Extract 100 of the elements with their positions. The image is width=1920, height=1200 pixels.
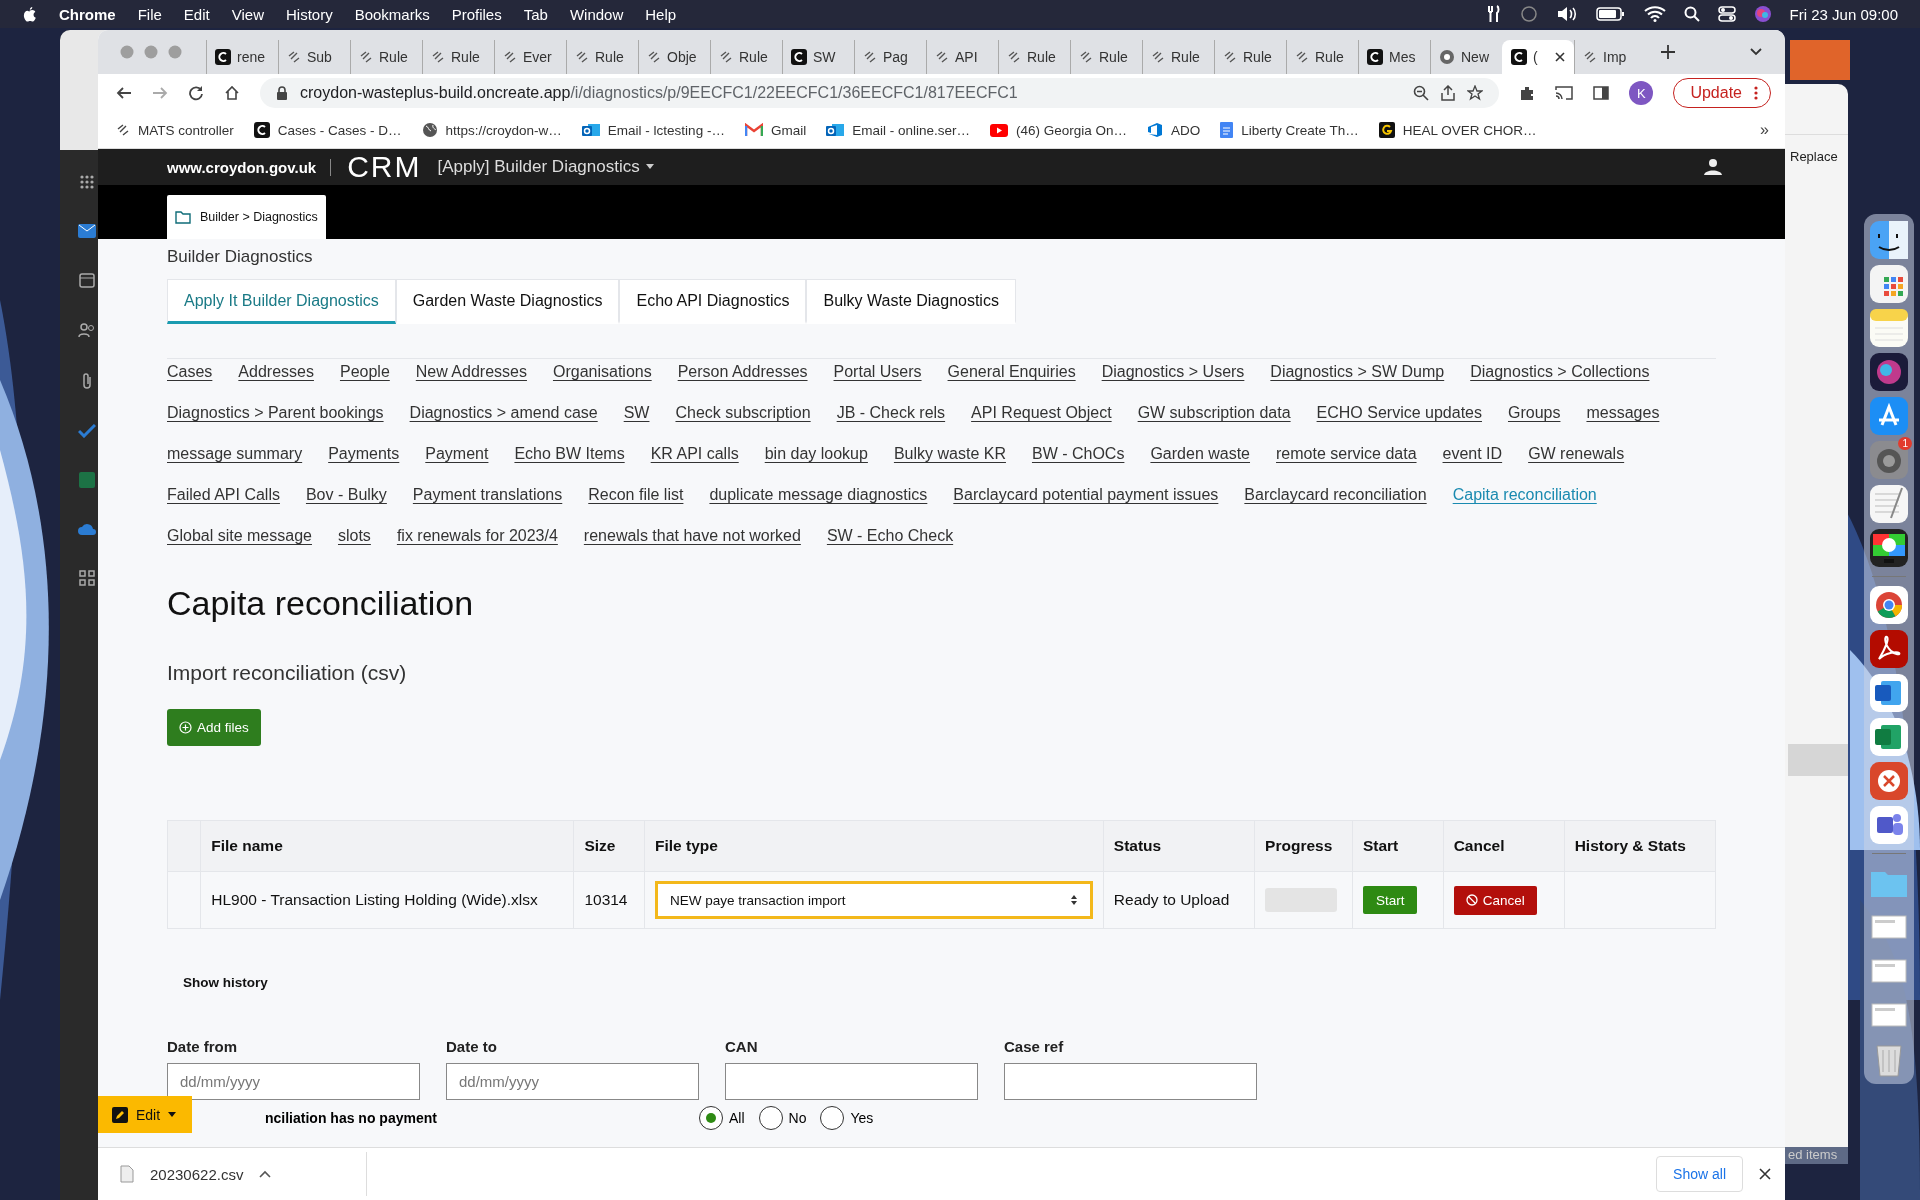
diagnostics-link[interactable]: Global site message — [167, 523, 312, 548]
browser-tab[interactable]: Sub — [278, 40, 350, 74]
teams-icon[interactable] — [1869, 805, 1909, 845]
diagnostics-link[interactable]: Organisations — [552, 359, 652, 384]
browser-tab[interactable]: API — [926, 40, 998, 74]
filter-field[interactable]: dd/mm/yyyy — [446, 1063, 699, 1100]
bookmark[interactable]: (46) Georgia On… — [989, 122, 1127, 138]
finder-icon[interactable] — [1869, 220, 1909, 260]
apple-logo-icon[interactable] — [22, 5, 37, 23]
diagnostics-link[interactable]: Garden waste — [1150, 441, 1250, 466]
diagnostics-link[interactable]: Groups — [1508, 400, 1561, 425]
chrome-icon[interactable] — [1869, 585, 1909, 625]
bookmark[interactable]: Email - online.ser… — [826, 122, 970, 138]
screen-recorder-icon[interactable] — [1869, 528, 1909, 568]
menu-item[interactable]: File — [137, 5, 162, 23]
filter-field[interactable] — [1004, 1063, 1257, 1100]
diagnostics-link[interactable]: messages — [1586, 400, 1660, 425]
diagnostics-link[interactable]: Diagnostics > SW Dump — [1270, 359, 1445, 384]
diagnostics-tab[interactable]: Garden Waste Diagnostics — [395, 279, 620, 324]
diagnostics-link[interactable]: SW — [623, 400, 650, 425]
bookmark[interactable]: Liberty Create Th… — [1220, 122, 1359, 138]
bookmark[interactable]: MATS controller — [116, 122, 234, 138]
diagnostics-link[interactable]: Echo BW Items — [514, 441, 625, 466]
filter-field[interactable] — [725, 1063, 978, 1100]
bookmark[interactable]: ADO — [1147, 122, 1201, 138]
replace-label[interactable]: Replace — [1790, 149, 1838, 164]
edit-button[interactable]: Edit — [98, 1096, 192, 1133]
tools-icon[interactable] — [1485, 5, 1502, 23]
extensions-icon[interactable] — [1519, 85, 1536, 101]
diagnostics-link[interactable]: Diagnostics > amend case — [409, 400, 598, 425]
home-icon[interactable] — [224, 85, 240, 101]
bookmark[interactable]: Gmail — [744, 122, 807, 138]
app-store-icon[interactable] — [1869, 396, 1909, 436]
start-button[interactable]: Start — [1362, 886, 1418, 914]
radio-button[interactable] — [820, 1106, 845, 1130]
diagnostics-link[interactable]: remote service data — [1276, 441, 1417, 466]
star-icon[interactable] — [1467, 85, 1484, 101]
show-history-link[interactable]: Show history — [183, 975, 268, 990]
diagnostics-link[interactable]: Payment — [425, 441, 489, 466]
menu-item[interactable]: Profiles — [451, 5, 502, 23]
diagnostics-link[interactable]: Failed API Calls — [167, 482, 280, 507]
cast-icon[interactable] — [1555, 86, 1574, 100]
menu-item[interactable]: History — [285, 5, 333, 23]
file-type-select[interactable]: NEW paye transaction import — [654, 881, 1093, 919]
diagnostics-tab[interactable]: Apply It Builder Diagnostics — [167, 279, 396, 324]
remote-desktop-icon[interactable] — [1869, 761, 1909, 801]
diagnostics-link[interactable]: message summary — [167, 441, 303, 466]
diagnostics-tab[interactable]: Bulky Waste Diagnostics — [806, 279, 1016, 324]
word-icon[interactable] — [1869, 673, 1909, 713]
close-icon[interactable] — [1554, 51, 1566, 63]
chevron-up-icon[interactable] — [259, 1170, 272, 1178]
diagnostics-link[interactable]: Recon file list — [588, 482, 684, 507]
diagnostics-link[interactable]: event ID — [1442, 441, 1503, 466]
control-center-icon[interactable] — [1717, 6, 1736, 22]
diagnostics-link[interactable]: New Addresses — [415, 359, 527, 384]
diagnostics-link[interactable]: Addresses — [238, 359, 314, 384]
filter-field[interactable]: dd/mm/yyyy — [167, 1063, 420, 1100]
browser-tab[interactable]: Rule — [1214, 40, 1286, 74]
share-icon[interactable] — [1441, 85, 1456, 101]
notes-icon[interactable] — [1869, 308, 1909, 348]
diagnostics-link[interactable]: Barclaycard potential payment issues — [953, 482, 1219, 507]
app-menu[interactable]: [Apply] Builder Diagnostics — [437, 157, 654, 177]
browser-tab[interactable]: Rule — [1142, 40, 1214, 74]
back-icon[interactable] — [116, 85, 132, 101]
browser-tab[interactable]: Rule — [566, 40, 638, 74]
diagnostics-link[interactable]: Bulky waste KR — [893, 441, 1006, 466]
excel-icon[interactable] — [1869, 717, 1909, 757]
reload-icon[interactable] — [188, 85, 204, 101]
diagnostics-link[interactable]: renewals that have not worked — [583, 523, 801, 548]
menu-item[interactable]: Bookmarks — [354, 5, 430, 23]
show-all-button[interactable]: Show all — [1656, 1156, 1743, 1192]
diagnostics-link[interactable]: Diagnostics > Parent bookings — [167, 400, 384, 425]
browser-tab[interactable]: Obje — [638, 40, 710, 74]
breadcrumb-tab[interactable]: Builder > Diagnostics — [167, 195, 326, 239]
browser-tab[interactable]: Ever — [494, 40, 566, 74]
siri-icon[interactable] — [1753, 5, 1772, 23]
diagnostics-link[interactable]: Person Addresses — [677, 359, 808, 384]
cancel-button[interactable]: Cancel — [1453, 885, 1537, 915]
diagnostics-link[interactable]: duplicate message diagnostics — [709, 482, 928, 507]
diagnostics-link[interactable]: Payment translations — [412, 482, 563, 507]
menu-clock[interactable]: Fri 23 Jun 09:00 — [1789, 5, 1898, 23]
diagnostics-link[interactable]: Capita reconciliation — [1452, 482, 1597, 507]
diagnostics-link[interactable]: Bov - Bulky — [305, 482, 387, 507]
browser-tab[interactable]: Rule — [1070, 40, 1142, 74]
address-bar[interactable]: croydon-wasteplus-build.oncreate.app/i/diagnostics/p/9EECFC1/22EECFC1/36EECFC1/817EECFC1 — [260, 78, 1500, 108]
diagnostics-link[interactable]: GW subscription data — [1137, 400, 1291, 425]
diagnostics-tab[interactable]: Echo API Diagnostics — [619, 279, 807, 324]
browser-tab[interactable]: Rule — [350, 40, 422, 74]
browser-tab[interactable]: Imp — [1574, 40, 1646, 74]
search-icon[interactable] — [1683, 6, 1700, 22]
menu-app-name[interactable]: Chrome — [59, 5, 116, 23]
menu-item[interactable]: Edit — [183, 5, 210, 23]
speaker-icon[interactable] — [1555, 5, 1578, 23]
settings-icon[interactable] — [1869, 440, 1909, 480]
moon-icon[interactable] — [1519, 5, 1538, 23]
diagnostics-link[interactable]: slots — [337, 523, 371, 548]
diagnostics-link[interactable]: JB - Check rels — [836, 400, 946, 425]
diagnostics-link[interactable]: API Request Object — [971, 400, 1112, 425]
bookmark[interactable]: Email - lctesting -… — [581, 122, 725, 138]
browser-tab[interactable]: ( — [1502, 40, 1574, 74]
